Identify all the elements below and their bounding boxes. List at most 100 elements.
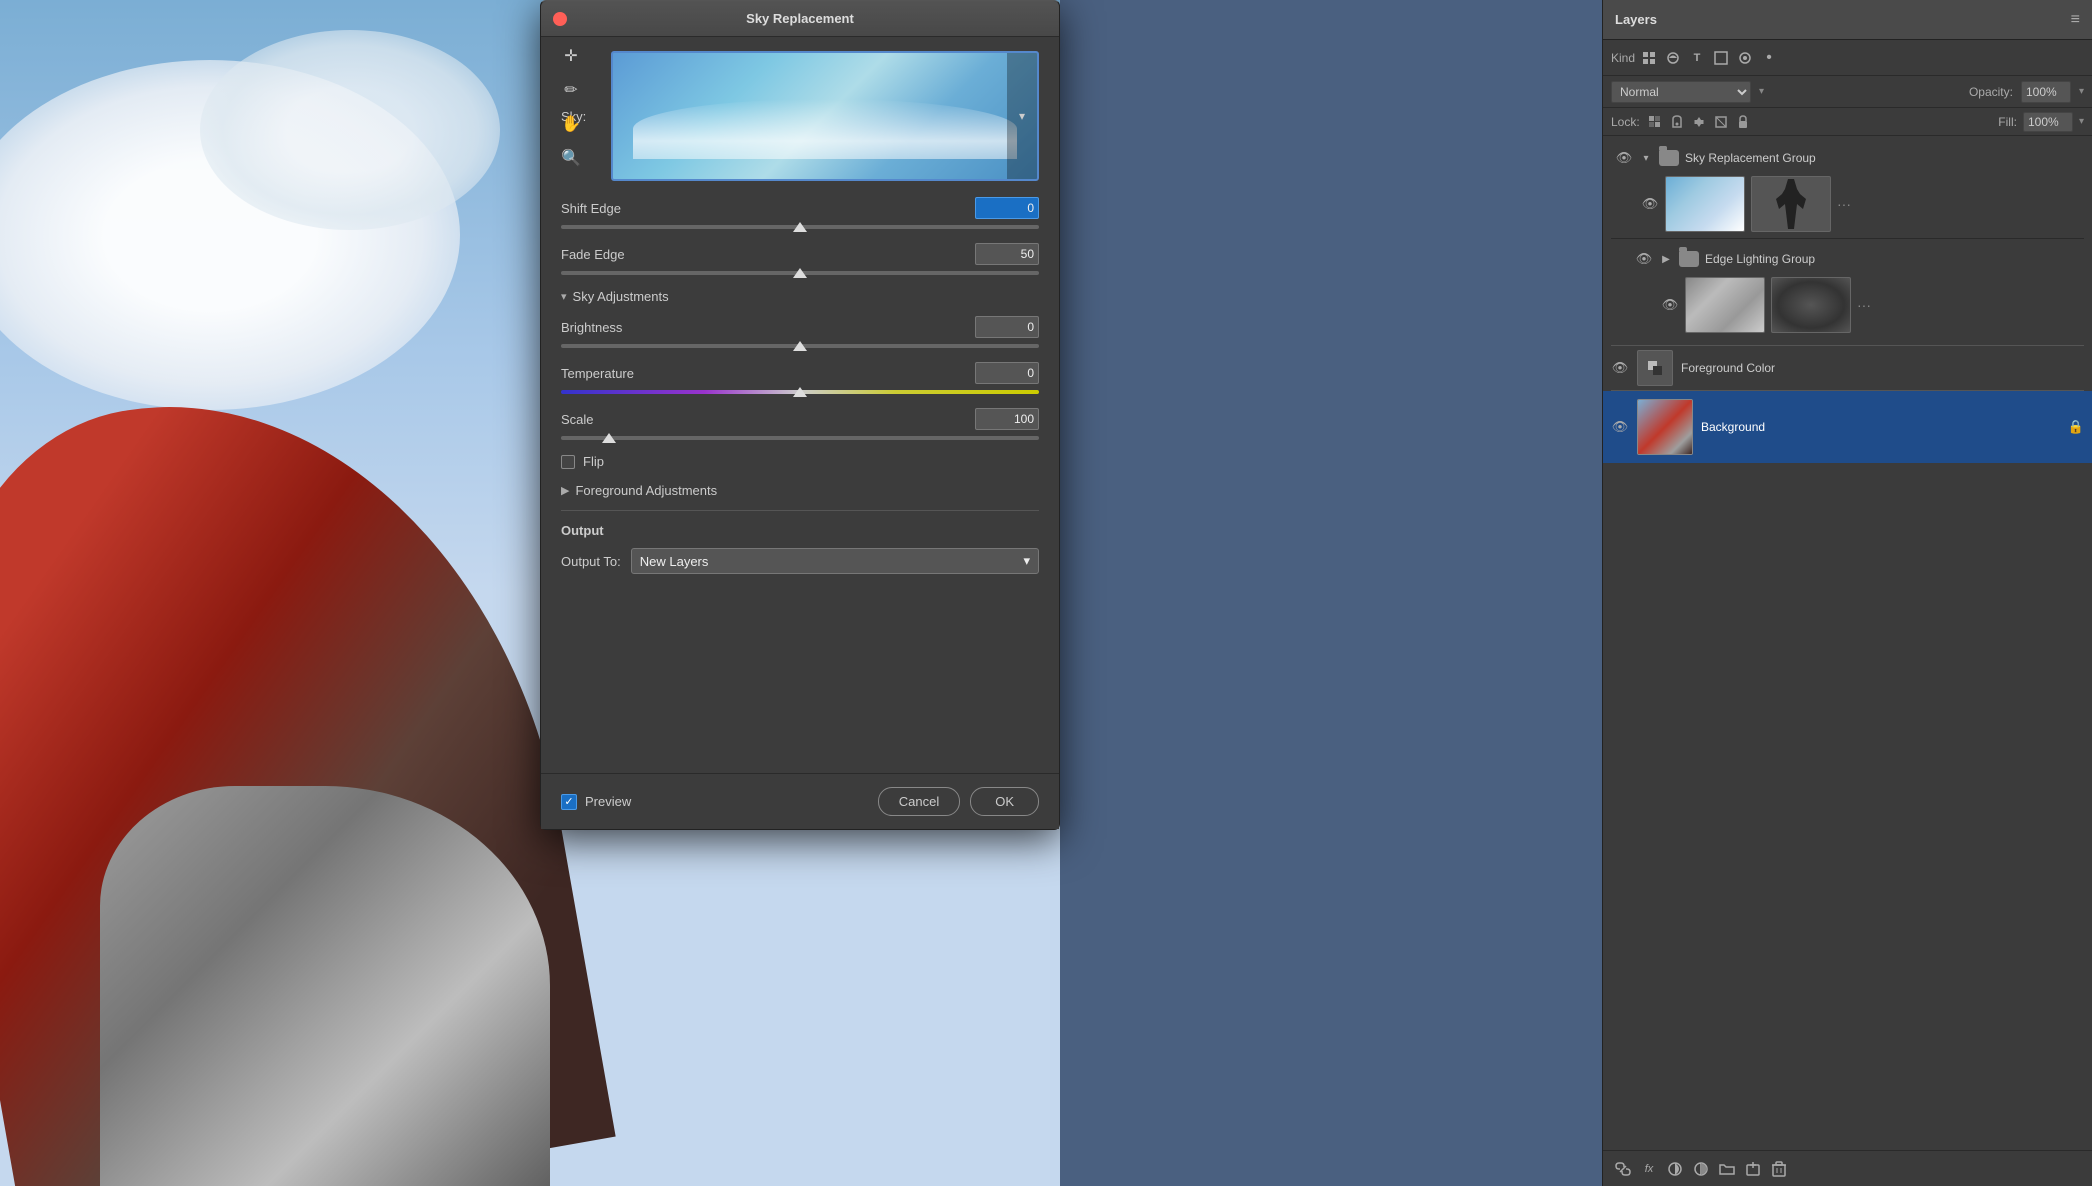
edge-thumb-visibility[interactable]: 👁 (1661, 296, 1679, 314)
kind-pixel-button[interactable] (1639, 48, 1659, 68)
edge-lighting-group-header[interactable]: 👁 ▶ Edge Lighting Group (1631, 245, 2076, 273)
flip-checkbox[interactable] (561, 455, 575, 469)
brush-tool-button[interactable]: ✏ (555, 74, 587, 106)
fill-input[interactable] (2023, 112, 2073, 132)
kind-adjustment-button[interactable] (1663, 48, 1683, 68)
background-layer[interactable]: 👁 Background 🔒 (1603, 391, 2092, 463)
cancel-button[interactable]: Cancel (878, 787, 960, 816)
new-layer-icon (1745, 1161, 1761, 1177)
background-lock-icon: 🔒 (2068, 419, 2084, 435)
foreground-adjustments-chevron[interactable]: ▶ (561, 484, 569, 497)
hand-icon: ✋ (561, 114, 581, 134)
layers-menu-button[interactable]: ≡ (2071, 11, 2080, 29)
lock-artboard-icon (1714, 115, 1728, 129)
new-layer-button[interactable] (1741, 1157, 1765, 1181)
scale-track[interactable] (561, 436, 1039, 440)
bg-layer-visibility[interactable]: 👁 (1611, 418, 1629, 436)
dialog-title: Sky Replacement (746, 11, 854, 26)
new-adjustment-layer-button[interactable] (1689, 1157, 1713, 1181)
new-group-button[interactable] (1715, 1157, 1739, 1181)
fill-adjustment-icon (1667, 1161, 1683, 1177)
lock-position-button[interactable] (1690, 113, 1708, 131)
output-to-select[interactable]: New Layers ▾ (631, 548, 1039, 574)
kind-shape-button[interactable] (1711, 48, 1731, 68)
sky-replacement-expand-icon[interactable]: ▾ (1639, 151, 1653, 165)
scale-input[interactable] (975, 408, 1039, 430)
kind-dot-button[interactable]: • (1759, 48, 1779, 68)
blend-chevron: ▾ (1759, 86, 1764, 97)
temperature-thumb[interactable] (793, 387, 807, 397)
move-icon: ✛ (564, 46, 577, 66)
background-thumbnail (1637, 399, 1693, 455)
lock-pixels-button[interactable] (1668, 113, 1686, 131)
kind-smart-button[interactable] (1735, 48, 1755, 68)
foreground-adjustments-label: Foreground Adjustments (575, 483, 717, 498)
hand-tool-button[interactable]: ✋ (555, 108, 587, 140)
edge-lighting-thumbnail[interactable] (1685, 277, 1765, 333)
shape-icon (1714, 51, 1728, 65)
folder-icon (1719, 1161, 1735, 1177)
delete-layer-button[interactable] (1767, 1157, 1791, 1181)
fade-edge-input[interactable] (975, 243, 1039, 265)
zoom-tool-button[interactable]: 🔍 (555, 142, 587, 174)
sky-thumbnail[interactable] (1665, 176, 1745, 232)
sky-replacement-group-header[interactable]: 👁 ▾ Sky Replacement Group (1611, 144, 2084, 172)
foreground-color-layer[interactable]: 👁 Foreground Color (1603, 346, 2092, 390)
lock-artboard-button[interactable] (1712, 113, 1730, 131)
brightness-thumb[interactable] (793, 341, 807, 351)
shift-edge-thumb[interactable] (793, 222, 807, 232)
dialog-titlebar: Sky Replacement (541, 1, 1059, 37)
edge-lighting-thumbs: 👁 ··· (1631, 273, 2076, 337)
preview-checkbox[interactable]: ✓ (561, 794, 577, 810)
trash-icon (1772, 1161, 1786, 1177)
kind-filter-icons: T • (1639, 48, 1779, 68)
output-to-label: Output To: (561, 554, 621, 569)
fade-edge-track[interactable] (561, 271, 1039, 275)
opacity-chevron: ▾ (2079, 86, 2084, 97)
link-layers-button[interactable] (1611, 1157, 1635, 1181)
brightness-track[interactable] (561, 344, 1039, 348)
fg-color-visibility[interactable]: 👁 (1611, 359, 1629, 377)
layers-kind-row: Kind T (1603, 40, 2092, 76)
lock-transparent-button[interactable] (1646, 113, 1664, 131)
edge-lighting-mask-thumbnail[interactable] (1771, 277, 1851, 333)
edge-lighting-more-button[interactable]: ··· (1857, 297, 1871, 313)
silhouette-thumbnail[interactable] (1751, 176, 1831, 232)
ok-button[interactable]: OK (970, 787, 1039, 816)
brightness-label: Brightness (561, 320, 622, 335)
temperature-input[interactable] (975, 362, 1039, 384)
dialog-footer: ✓ Preview Cancel OK (541, 773, 1059, 829)
dialog-close-button[interactable] (553, 12, 567, 26)
brightness-input[interactable] (975, 316, 1039, 338)
sky-thumb-visibility[interactable]: 👁 (1641, 195, 1659, 213)
dot-icon: • (1766, 49, 1772, 67)
shift-edge-row: Shift Edge (561, 197, 1039, 229)
kind-type-button[interactable]: T (1687, 48, 1707, 68)
fade-edge-thumb[interactable] (793, 268, 807, 278)
edge-lighting-expand-icon[interactable]: ▶ (1659, 252, 1673, 266)
shift-edge-track[interactable] (561, 225, 1039, 229)
sky-adjustments-chevron[interactable]: ▾ (561, 290, 567, 303)
smart-icon (1738, 51, 1752, 65)
layers-list: 👁 ▾ Sky Replacement Group 👁 ··· (1603, 136, 2092, 1150)
layer-fx-button[interactable]: fx (1637, 1157, 1661, 1181)
silhouette-shape (1776, 179, 1806, 229)
move-tool-button[interactable]: ✛ (555, 40, 587, 72)
new-fill-adjustment-button[interactable] (1663, 1157, 1687, 1181)
edge-lighting-visibility[interactable]: 👁 (1635, 250, 1653, 268)
blend-mode-select[interactable]: Normal (1611, 81, 1751, 103)
shoe-silver-area (100, 786, 550, 1186)
temperature-track[interactable] (561, 390, 1039, 394)
opacity-input[interactable] (2021, 81, 2071, 103)
fade-edge-row: Fade Edge (561, 243, 1039, 275)
scale-thumb[interactable] (602, 433, 616, 443)
shift-edge-label: Shift Edge (561, 201, 621, 216)
sky-picker[interactable]: ▾ (611, 51, 1039, 181)
type-icon: T (1694, 52, 1701, 64)
sky-layer-more-button[interactable]: ··· (1837, 196, 1851, 212)
sky-replacement-visibility[interactable]: 👁 (1615, 149, 1633, 167)
lock-all-button[interactable] (1734, 113, 1752, 131)
sky-dropdown-button[interactable]: ▾ (1007, 53, 1037, 179)
shift-edge-input[interactable] (975, 197, 1039, 219)
edge-lighting-group: 👁 ▶ Edge Lighting Group 👁 ··· (1611, 241, 2084, 341)
